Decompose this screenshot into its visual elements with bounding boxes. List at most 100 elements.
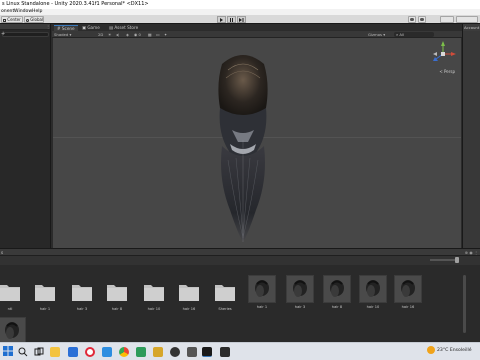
asset-label: hair 10: [147, 307, 161, 311]
folder-item[interactable]: hair 16: [173, 277, 205, 319]
effects-toggle-icon[interactable]: ◈: [126, 32, 129, 37]
hair-asset-item[interactable]: hair 3: [284, 275, 316, 317]
hidden-objects-icon[interactable]: ◉ 0: [134, 32, 141, 37]
hierarchy-header: ⋮: [0, 24, 50, 30]
folder-item[interactable]: hair 1: [29, 277, 61, 319]
folder-icon: [103, 277, 131, 305]
task-view-icon: [34, 347, 44, 356]
pivot-global-button[interactable]: Global: [24, 16, 44, 23]
hierarchy-search-input[interactable]: [2, 32, 49, 37]
hair-preview-icon: [323, 275, 351, 303]
asset-label: hair 3: [294, 305, 306, 309]
project-header: s ⊕ ◉ ⋮: [0, 249, 480, 256]
account-button[interactable]: [440, 16, 454, 23]
unity-hub-button[interactable]: [220, 347, 230, 357]
app2-button[interactable]: [187, 347, 197, 357]
cloud-services-icon: [420, 18, 424, 21]
panel-menu-icon[interactable]: ⋮: [46, 25, 50, 29]
hair-preview-icon: [359, 275, 387, 303]
unity-editor-button[interactable]: [202, 347, 212, 357]
windows-start-button[interactable]: [3, 346, 13, 356]
add-icon[interactable]: +: [1, 32, 5, 37]
pause-button[interactable]: [227, 16, 236, 23]
folder-icon: [175, 277, 203, 305]
collab-button[interactable]: [408, 16, 416, 23]
axis-gizmo-icon: [433, 41, 456, 61]
hair-preview-icon: [394, 275, 422, 303]
inspector-tab[interactable]: Account: [463, 24, 480, 31]
task-view-button[interactable]: [34, 347, 44, 357]
windows-taskbar: 23°C Ensoleillé: [0, 342, 480, 360]
scene-search-placeholder: All: [399, 32, 405, 37]
hair-asset-item[interactable]: hair 1: [246, 275, 278, 317]
gizmos-dropdown[interactable]: Gizmos ▾: [368, 32, 385, 37]
pivot-center-button[interactable]: Center: [1, 16, 23, 23]
folder-item[interactable]: ntl: [0, 277, 26, 319]
asset-label: hair 8: [331, 305, 343, 309]
step-button[interactable]: [237, 16, 246, 23]
hair-asset-item[interactable]: hair 8: [321, 275, 353, 317]
file-explorer-button[interactable]: [50, 347, 60, 357]
steam-button[interactable]: [170, 347, 180, 357]
project-panel: s ⊕ ◉ ⋮ ntl hair 1 hair 3 hair 8 hair 10 hair…: [0, 248, 480, 345]
weather-description: Ensoleillé: [449, 348, 472, 353]
vscode-button[interactable]: [102, 347, 112, 357]
pause-icon: [230, 18, 233, 22]
play-button[interactable]: [217, 16, 226, 23]
search-icon: [18, 347, 28, 357]
gizmos-label: Gizmos: [368, 32, 382, 37]
center-icon: [3, 18, 6, 22]
chrome-button[interactable]: [119, 347, 129, 357]
folder-item[interactable]: hair 10: [138, 277, 170, 319]
tab-asset-store-label: Asset Store: [114, 25, 139, 30]
project-header-icons[interactable]: ⊕ ◉ ⋮: [465, 250, 478, 255]
asset-label: hair 3: [76, 307, 88, 311]
folder-item[interactable]: hair 8: [101, 277, 133, 319]
shading-mode-dropdown[interactable]: Shaded ▾: [54, 32, 71, 37]
main-toolbar: Center Global: [0, 15, 480, 24]
tools-icon[interactable]: ✦: [164, 32, 167, 37]
layers-button[interactable]: [456, 16, 478, 23]
play-icon: [220, 18, 223, 22]
pivot-global-label: Global: [30, 17, 44, 22]
window-title: s Linux Standalone - Unity 2020.3.41f1 P…: [2, 1, 149, 7]
scene-search-input[interactable]: ⌕ All: [394, 32, 434, 37]
grid-toggle-icon[interactable]: ▦: [148, 32, 152, 37]
scene-toolbar: Shaded ▾ 2D ☀ ◂) ◈ ◉ 0 ▦ ▭ ✦ Gizmos ▾ ⌕ …: [52, 31, 462, 38]
hair-preview-icon: [0, 317, 26, 345]
taskbar-search-button[interactable]: [18, 347, 28, 357]
audio-toggle-icon[interactable]: ◂): [116, 32, 119, 37]
window-title-bar: s Linux Standalone - Unity 2020.3.41f1 P…: [0, 0, 480, 9]
hair-preview-icon: [286, 275, 314, 303]
asset-label: hair 16: [182, 307, 196, 311]
terminal-button[interactable]: [136, 347, 146, 357]
app-button[interactable]: [153, 347, 163, 357]
tab-game-label: Game: [87, 25, 100, 30]
weather-widget[interactable]: 23°C Ensoleillé: [437, 348, 472, 353]
thumbnail-size-slider[interactable]: [430, 259, 458, 261]
mail-button[interactable]: [68, 347, 78, 357]
weather-temperature: 23°C: [437, 348, 449, 353]
services-button[interactable]: [418, 16, 426, 23]
folder-item[interactable]: hair 3: [66, 277, 98, 319]
opera-button[interactable]: [85, 347, 95, 357]
projection-label[interactable]: < Persp: [439, 69, 455, 74]
scene-tab-bar: # Scene ▣ Game ▤ Asset Store: [52, 24, 462, 31]
folder-icon: [0, 277, 24, 305]
asset-label: hair 8: [111, 307, 123, 311]
hair-asset-item[interactable]: hair 16: [392, 275, 424, 317]
light-toggle-icon[interactable]: ☀: [108, 32, 111, 37]
hair-asset-item[interactable]: hair 10: [357, 275, 389, 317]
inspector-panel: Account: [462, 24, 480, 248]
asset-label: hair 1: [39, 307, 51, 311]
thumbnail-size-knob[interactable]: [455, 257, 459, 263]
store-icon: ▤: [109, 25, 113, 30]
scene-viewport[interactable]: < Persp: [53, 38, 461, 248]
camera-settings-icon[interactable]: ▭: [156, 32, 160, 37]
toggle-2d-button[interactable]: 2D: [98, 32, 103, 37]
weather-icon[interactable]: [427, 346, 435, 354]
pivot-center-label: Center: [7, 17, 21, 22]
folder-icon: [68, 277, 96, 305]
project-scrollbar[interactable]: [463, 275, 466, 333]
folder-item[interactable]: Sheries: [209, 277, 241, 319]
